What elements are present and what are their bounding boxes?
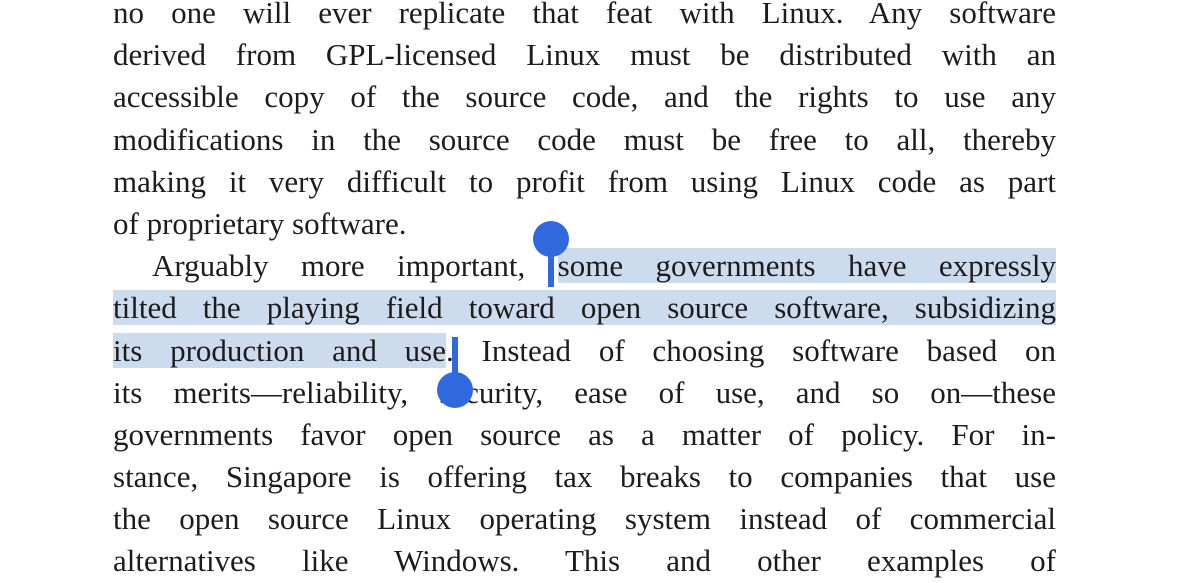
selection-start-handle[interactable]: [533, 221, 569, 287]
unselected-text: . Instead of choosing software based on: [446, 332, 1057, 368]
selection-handle-knob-icon[interactable]: [437, 372, 473, 408]
text-line: modifications in the source code must be…: [113, 121, 1056, 157]
selection-end-handle[interactable]: [437, 337, 473, 408]
text-line: its production and use. Instead of choos…: [113, 330, 1056, 372]
text-line: tilted the playing field toward open sou…: [113, 287, 1056, 329]
text-line: no one will ever replicate that feat wit…: [113, 0, 1056, 30]
text-line: governments favor open source as a matte…: [113, 416, 1056, 452]
selected-text[interactable]: tilted the playing field toward open sou…: [113, 290, 1056, 326]
selected-text[interactable]: some governments have expressly: [557, 248, 1056, 284]
text-line-paragraph-end: of proprietary software.: [113, 205, 407, 241]
selection-handle-knob-icon[interactable]: [533, 221, 569, 257]
book-page: no one will ever replicate that feat wit…: [113, 0, 1056, 579]
text-line: stance, Singapore is offering tax breaks…: [113, 459, 1056, 495]
text-line: making it very difficult to profit from …: [113, 163, 1056, 199]
text-line: accessible copy of the source code, and …: [113, 79, 1056, 115]
text-line: the open source Linux operating system i…: [113, 501, 1056, 537]
selected-text[interactable]: its production and use: [113, 332, 447, 368]
unselected-text: Arguably more important,: [152, 248, 558, 284]
text-line: its merits—reliability, security, ease o…: [113, 374, 1056, 410]
text-line: derived from GPL-licensed Linux must be …: [113, 37, 1056, 73]
text-line-partial: alternatives like Windows. This and othe…: [113, 543, 1056, 579]
text-line-paragraph-start: Arguably more important, some government…: [113, 245, 1056, 287]
